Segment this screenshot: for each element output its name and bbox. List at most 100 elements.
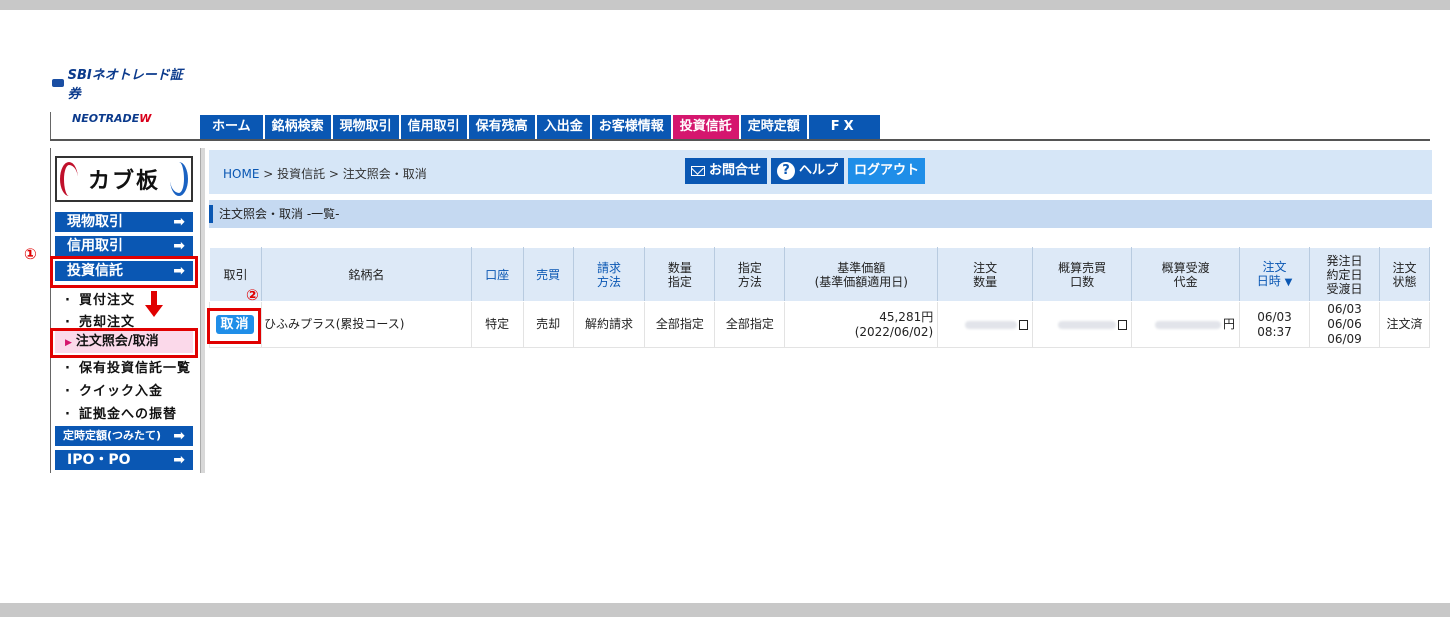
col-header-seikyu[interactable]: 請求 方法 bbox=[572, 247, 646, 302]
sidebar-item-ipo-po[interactable]: IPO・PO ➡ bbox=[55, 450, 193, 470]
sidebar-scrollbar[interactable] bbox=[200, 148, 205, 473]
col-header-baibai[interactable]: 売買 bbox=[522, 247, 574, 302]
contact-button[interactable]: お問合せ bbox=[685, 158, 768, 184]
header-line: 指定 bbox=[667, 274, 692, 289]
order-time: 08:37 bbox=[1257, 324, 1292, 339]
cell-shitei: 全部指定 bbox=[714, 301, 786, 348]
logout-button[interactable]: ログアウト bbox=[848, 158, 926, 184]
execution-date: 06/06 bbox=[1327, 317, 1362, 331]
sbi-mark-icon bbox=[52, 79, 64, 87]
cell-koza: 特定 bbox=[470, 301, 524, 348]
breadcrumb-separator: > bbox=[325, 167, 343, 181]
orders-table: 取引 銘柄名 口座 売買 請求 方法 数量 指定 指定 方法 基準価額 (基準価額適用日… bbox=[209, 247, 1431, 348]
cell-chumon-suryo bbox=[937, 301, 1034, 348]
breadcrumb: HOME > 投資信託 > 注文照会・取消 bbox=[223, 165, 427, 182]
breadcrumb-separator: > bbox=[259, 167, 278, 181]
tab-cash-trading[interactable]: 現物取引 bbox=[332, 115, 401, 139]
col-header-kijun: 基準価額 (基準価額適用日) bbox=[784, 247, 939, 302]
col-header-shitei-hoho: 指定 方法 bbox=[714, 247, 786, 302]
annotation-arrow-shaft bbox=[151, 291, 157, 305]
header-buttons: お問合せ ? ヘルプ ログアウト bbox=[685, 158, 926, 184]
cell-order-datetime: 06/03 08:37 bbox=[1239, 301, 1311, 348]
cell-dates: 06/03 06/06 06/09 bbox=[1309, 301, 1380, 348]
header-line: 数量 bbox=[667, 260, 692, 275]
header-line: 注文 bbox=[1392, 260, 1417, 275]
order-date: 06/03 bbox=[1257, 309, 1292, 324]
dragon-right-icon bbox=[170, 162, 188, 196]
col-header-meigara: 銘柄名 bbox=[260, 247, 472, 302]
header-line: 指定 bbox=[737, 260, 762, 275]
header-line: (基準価額適用日) bbox=[814, 274, 908, 289]
yen-unit: 円 bbox=[1223, 317, 1236, 331]
kabuita-label: カブ板 bbox=[87, 168, 160, 194]
settlement-date: 06/09 bbox=[1327, 332, 1362, 346]
dragon-left-icon bbox=[60, 162, 78, 196]
tab-holdings[interactable]: 保有残高 bbox=[468, 115, 537, 139]
col-header-dates: 発注日 約定日 受渡日 bbox=[1309, 247, 1380, 302]
sidebar-item-label: 信用取引 bbox=[67, 238, 123, 254]
sidebar-item-tsumitate[interactable]: 定時定額(つみたて) ➡ bbox=[55, 426, 193, 446]
tab-fixed-amount[interactable]: 定時定額 bbox=[740, 115, 809, 139]
col-header-gaisan-ukewatashi: 概算受渡 代金 bbox=[1131, 247, 1241, 302]
tab-stock-search[interactable]: 銘柄検索 bbox=[264, 115, 333, 139]
sidebar-item-cash-trading[interactable]: 現物取引 ➡ bbox=[55, 212, 193, 232]
unit-box-icon bbox=[1019, 319, 1029, 330]
sidebar-link-label: クイック入金 bbox=[79, 384, 164, 399]
cell-suryo: 全部指定 bbox=[644, 301, 716, 348]
section-title: 注文照会・取消 -一覧- bbox=[209, 200, 1432, 228]
sidebar-item-label: 現物取引 bbox=[67, 214, 123, 230]
question-icon: ? bbox=[777, 162, 796, 180]
base-price-date: (2022/06/02) bbox=[854, 324, 934, 339]
col-header-chumon-suryo: 注文 数量 bbox=[937, 247, 1034, 302]
redacted-value bbox=[1058, 320, 1117, 329]
header-line: 受渡日 bbox=[1326, 281, 1363, 296]
header-line: 日時 bbox=[1256, 273, 1281, 288]
unit-box-icon bbox=[1118, 319, 1128, 330]
header-line: 数量 bbox=[973, 274, 998, 289]
cell-fund-name: ひふみプラス(累投コース) bbox=[260, 301, 472, 348]
breadcrumb-bar: HOME > 投資信託 > 注文照会・取消 お問合せ ? ヘルプ ログアウト bbox=[209, 150, 1432, 194]
base-price: 45,281円 bbox=[879, 309, 934, 324]
arrow-right-icon: ➡ bbox=[173, 238, 185, 254]
header-line: 発注日 bbox=[1326, 253, 1363, 268]
header-line: 請求 bbox=[597, 260, 622, 275]
header-line: 基準価額 bbox=[837, 260, 886, 275]
contact-label: お問合せ bbox=[709, 163, 762, 178]
redacted-value bbox=[1155, 320, 1222, 329]
kabuita-banner[interactable]: カブ板 bbox=[55, 156, 193, 202]
brand-logo: SBIネオトレード証券 bbox=[52, 64, 192, 102]
tab-customer-info[interactable]: お客様情報 bbox=[591, 115, 673, 139]
sidebar-link-margin-transfer[interactable]: · 証拠金への振替 bbox=[65, 403, 177, 422]
tab-fx[interactable]: FX bbox=[808, 115, 882, 139]
annotation-box-toshin bbox=[50, 256, 198, 288]
table-header-row: 取引 銘柄名 口座 売買 請求 方法 数量 指定 指定 方法 基準価額 (基準価額適用日… bbox=[209, 247, 1431, 302]
annotation-arrow-down-icon bbox=[145, 305, 163, 317]
header-line: 注文 bbox=[973, 260, 998, 275]
sidebar-link-holdings-list[interactable]: · 保有投資信託一覧 bbox=[65, 357, 191, 376]
sidebar-link-label: 買付注文 bbox=[79, 293, 136, 308]
sidebar: カブ板 現物取引 ➡ 信用取引 ➡ 投資信託 ➡ · 買付注文 · 売却注文 ▶ 注文… bbox=[50, 148, 200, 473]
help-button[interactable]: ? ヘルプ bbox=[771, 158, 845, 184]
sidebar-link-buy-order[interactable]: · 買付注文 bbox=[65, 289, 135, 308]
sidebar-item-label: IPO・PO bbox=[67, 452, 131, 468]
header-line: 方法 bbox=[737, 274, 762, 289]
col-header-jotai: 注文 状態 bbox=[1378, 247, 1431, 302]
col-header-chumon-nichiji[interactable]: 注文 日時 ▼ bbox=[1239, 247, 1311, 302]
annotation-step-2: ② bbox=[246, 286, 259, 304]
arrow-right-icon: ➡ bbox=[173, 214, 185, 230]
header-line: 約定日 bbox=[1326, 267, 1363, 282]
sidebar-item-margin-trading[interactable]: 信用取引 ➡ bbox=[55, 236, 193, 256]
tab-investment-trust[interactable]: 投資信託 bbox=[672, 115, 741, 139]
cell-seikyu: 解約請求 bbox=[572, 301, 646, 348]
arrow-right-icon: ➡ bbox=[173, 452, 185, 468]
col-header-koza[interactable]: 口座 bbox=[470, 247, 524, 302]
tab-deposit-withdrawal[interactable]: 入出金 bbox=[536, 115, 592, 139]
cell-gaisan-baibai bbox=[1032, 301, 1133, 348]
top-nav: ホーム 銘柄検索 現物取引 信用取引 保有残高 入出金 お客様情報 投資信託 定… bbox=[200, 115, 882, 139]
tab-home[interactable]: ホーム bbox=[200, 115, 265, 139]
breadcrumb-home[interactable]: HOME bbox=[223, 167, 259, 181]
table-row: 取消 ひふみプラス(累投コース) 特定 売却 解約請求 全部指定 全部指定 45… bbox=[209, 301, 1431, 348]
tab-margin-trading[interactable]: 信用取引 bbox=[400, 115, 469, 139]
header-divider bbox=[50, 112, 200, 140]
sidebar-link-quick-deposit[interactable]: · クイック入金 bbox=[65, 380, 163, 399]
